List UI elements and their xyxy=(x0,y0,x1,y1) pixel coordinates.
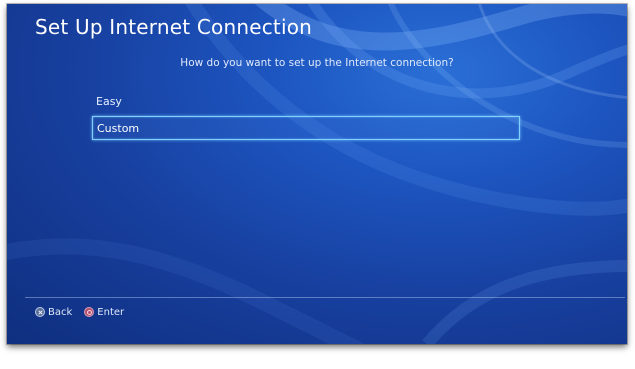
page-title: Set Up Internet Connection xyxy=(35,15,313,39)
back-hint[interactable]: Back xyxy=(35,307,72,318)
background-waves xyxy=(7,4,627,344)
console-screen: Set Up Internet Connection How do you wa… xyxy=(7,4,627,344)
option-custom[interactable]: Custom xyxy=(92,116,520,140)
enter-hint[interactable]: Enter xyxy=(84,307,124,318)
circle-button-icon xyxy=(84,307,95,317)
screenshot-frame: Set Up Internet Connection How do you wa… xyxy=(0,0,635,369)
setup-question: How do you want to set up the Internet c… xyxy=(180,57,454,69)
option-easy[interactable]: Easy xyxy=(92,90,520,114)
enter-label: Enter xyxy=(97,306,125,318)
back-label: Back xyxy=(48,306,73,318)
button-hints: Back Enter xyxy=(35,305,136,319)
footer-divider xyxy=(25,297,625,298)
cross-button-icon xyxy=(35,307,45,317)
